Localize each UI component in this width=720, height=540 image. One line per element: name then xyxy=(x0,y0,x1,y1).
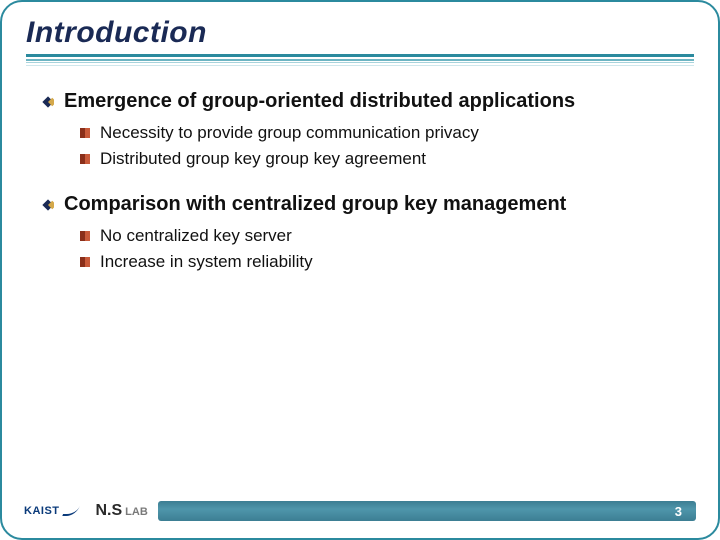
slide-number: 3 xyxy=(675,504,682,519)
page-title: Introduction xyxy=(26,16,694,50)
nslab-main: N.S xyxy=(96,502,123,520)
list-item: Increase in system reliability xyxy=(80,252,678,272)
bullet-diamond-icon xyxy=(42,96,54,108)
section-heading-text: Comparison with centralized group key ma… xyxy=(64,193,566,216)
list-item: No centralized key server xyxy=(80,226,678,246)
content-area: Emergence of group-oriented distributed … xyxy=(2,70,718,272)
section-1: Emergence of group-oriented distributed … xyxy=(42,90,678,169)
kaist-text: KAIST xyxy=(24,505,60,517)
title-area: Introduction xyxy=(26,16,694,70)
section-items: No centralized key server Increase in sy… xyxy=(42,226,678,272)
footer-bar: 3 xyxy=(158,501,696,521)
kaist-logo: KAIST xyxy=(24,505,78,517)
section-heading: Comparison with centralized group key ma… xyxy=(42,193,678,216)
bullet-diamond-icon xyxy=(42,199,54,211)
nslab-sub: LAB xyxy=(125,506,148,518)
list-item-text: Distributed group key group key agreemen… xyxy=(100,149,426,169)
list-item: Necessity to provide group communication… xyxy=(80,123,678,143)
footer: KAIST N.SLAB 3 xyxy=(2,496,718,526)
section-heading-text: Emergence of group-oriented distributed … xyxy=(64,90,575,113)
list-item-text: Increase in system reliability xyxy=(100,252,313,272)
kaist-swoosh-icon xyxy=(62,506,80,516)
section-2: Comparison with centralized group key ma… xyxy=(42,193,678,272)
bullet-square-icon xyxy=(80,154,90,164)
title-underline xyxy=(26,54,694,70)
bullet-square-icon xyxy=(80,231,90,241)
bullet-square-icon xyxy=(80,257,90,267)
list-item-text: Necessity to provide group communication… xyxy=(100,123,479,143)
list-item: Distributed group key group key agreemen… xyxy=(80,149,678,169)
section-items: Necessity to provide group communication… xyxy=(42,123,678,169)
list-item-text: No centralized key server xyxy=(100,226,292,246)
slide-frame: Introduction Emergence of group-oriented… xyxy=(0,0,720,540)
section-heading: Emergence of group-oriented distributed … xyxy=(42,90,678,113)
bullet-square-icon xyxy=(80,128,90,138)
nslab-logo: N.SLAB xyxy=(96,502,148,520)
